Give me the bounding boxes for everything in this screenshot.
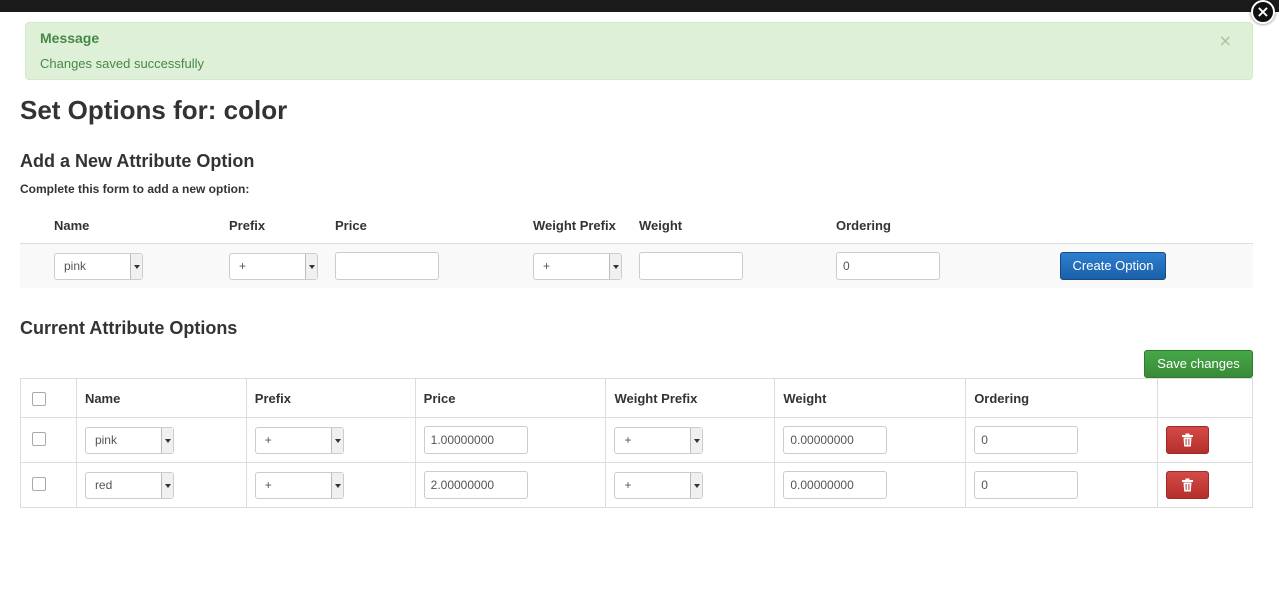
- chevron-down-icon: [160, 428, 173, 453]
- row-select-cell: [20, 417, 77, 463]
- ordering-input[interactable]: 0: [974, 471, 1079, 499]
- col-price: Price: [414, 378, 607, 418]
- select-all-cell: [20, 378, 77, 418]
- prefix-cell: +: [245, 462, 416, 508]
- header-weight: Weight: [639, 218, 683, 233]
- price-input[interactable]: 1.00000000: [423, 426, 528, 454]
- col-weight: Weight: [774, 378, 967, 418]
- new-weight-prefix-value: +: [543, 259, 551, 273]
- page-title: Set Options for: color: [20, 95, 288, 125]
- top-navbar: [0, 0, 1279, 12]
- weight-prefix-value: +: [624, 433, 632, 447]
- chevron-down-icon: [305, 254, 317, 279]
- col-ordering: Ordering: [965, 378, 1159, 418]
- ordering-input[interactable]: 0: [974, 426, 1079, 454]
- header-prefix: Prefix: [229, 218, 266, 233]
- col-name: Name: [75, 378, 247, 418]
- weight-prefix-value: +: [624, 478, 632, 492]
- new-ordering-input[interactable]: 0: [836, 252, 940, 280]
- name-cell: pink: [75, 417, 247, 463]
- weight-cell: 0.00000000: [774, 462, 967, 508]
- price-cell: 2.00000000: [414, 462, 607, 508]
- chevron-down-icon: [130, 254, 142, 279]
- new-prefix-value: +: [239, 259, 247, 273]
- row-select-cell: [20, 462, 77, 508]
- weight-input[interactable]: 0.00000000: [783, 471, 888, 499]
- prefix-value: +: [264, 433, 272, 447]
- prefix-select[interactable]: +: [254, 427, 344, 454]
- name-value: pink: [94, 433, 117, 447]
- new-weight-prefix-select[interactable]: +: [533, 253, 622, 280]
- name-select[interactable]: red: [84, 472, 174, 499]
- name-cell: red: [75, 462, 247, 508]
- alert-title: Message: [40, 30, 100, 46]
- delete-button[interactable]: [1166, 426, 1210, 454]
- modal-dialog: Message Changes saved successfully × Set…: [10, 12, 1271, 607]
- weight-prefix-select[interactable]: +: [614, 427, 704, 454]
- chevron-down-icon: [160, 473, 173, 498]
- options-table: Name Prefix Price Weight Prefix Weight O…: [20, 378, 1253, 508]
- col-weight-prefix: Weight Prefix: [605, 378, 776, 418]
- new-name-select[interactable]: pink: [54, 253, 143, 280]
- weight-input[interactable]: 0.00000000: [783, 426, 888, 454]
- name-value: red: [94, 478, 113, 492]
- success-alert: Message Changes saved successfully ×: [25, 22, 1253, 80]
- current-options-title: Current Attribute Options: [20, 318, 238, 338]
- weight-prefix-cell: +: [605, 417, 776, 463]
- header-price: Price: [335, 218, 367, 233]
- table-header-row: Name Prefix Price Weight Prefix Weight O…: [20, 378, 1253, 418]
- table-row: red + 2.00000000 + 0.00000000 0: [20, 462, 1253, 508]
- actions-cell: [1157, 417, 1253, 463]
- actions-cell: [1157, 462, 1253, 508]
- weight-cell: 0.00000000: [774, 417, 967, 463]
- delete-button[interactable]: [1166, 471, 1210, 499]
- chevron-down-icon: [690, 428, 703, 453]
- add-option-title: Add a New Attribute Option: [20, 151, 255, 171]
- new-name-value: pink: [64, 259, 87, 273]
- price-input[interactable]: 2.00000000: [423, 471, 528, 499]
- ordering-cell: 0: [965, 462, 1159, 508]
- alert-close-button[interactable]: ×: [1219, 31, 1232, 50]
- new-price-input[interactable]: [335, 252, 439, 280]
- chevron-down-icon: [609, 254, 621, 279]
- trash-icon: [1182, 478, 1194, 492]
- weight-prefix-cell: +: [605, 462, 776, 508]
- prefix-select[interactable]: +: [254, 472, 344, 499]
- header-weight-prefix: Weight Prefix: [533, 218, 616, 233]
- header-name: Name: [54, 218, 90, 233]
- form-instructions: Complete this form to add a new option:: [20, 182, 250, 196]
- chevron-down-icon: [330, 473, 343, 498]
- header-ordering: Ordering: [836, 218, 891, 233]
- price-cell: 1.00000000: [414, 417, 607, 463]
- create-option-button[interactable]: Create Option: [1060, 252, 1166, 280]
- chevron-down-icon: [330, 428, 343, 453]
- chevron-down-icon: [690, 473, 703, 498]
- alert-message: Changes saved successfully: [40, 56, 205, 71]
- ordering-cell: 0: [965, 417, 1159, 463]
- col-actions: [1157, 378, 1253, 418]
- name-select[interactable]: pink: [84, 427, 174, 454]
- save-changes-button[interactable]: Save changes: [1144, 350, 1253, 378]
- new-prefix-select[interactable]: +: [229, 253, 318, 280]
- weight-prefix-select[interactable]: +: [614, 472, 704, 499]
- prefix-cell: +: [245, 417, 416, 463]
- close-icon[interactable]: ×: [1251, 0, 1275, 24]
- row-checkbox[interactable]: [32, 477, 46, 491]
- table-row: pink + 1.00000000 + 0.00000000 0: [20, 417, 1253, 463]
- select-all-checkbox[interactable]: [32, 392, 46, 406]
- trash-icon: [1182, 433, 1194, 447]
- new-weight-input[interactable]: [639, 252, 743, 280]
- prefix-value: +: [264, 478, 272, 492]
- col-prefix: Prefix: [245, 378, 416, 418]
- row-checkbox[interactable]: [32, 432, 46, 446]
